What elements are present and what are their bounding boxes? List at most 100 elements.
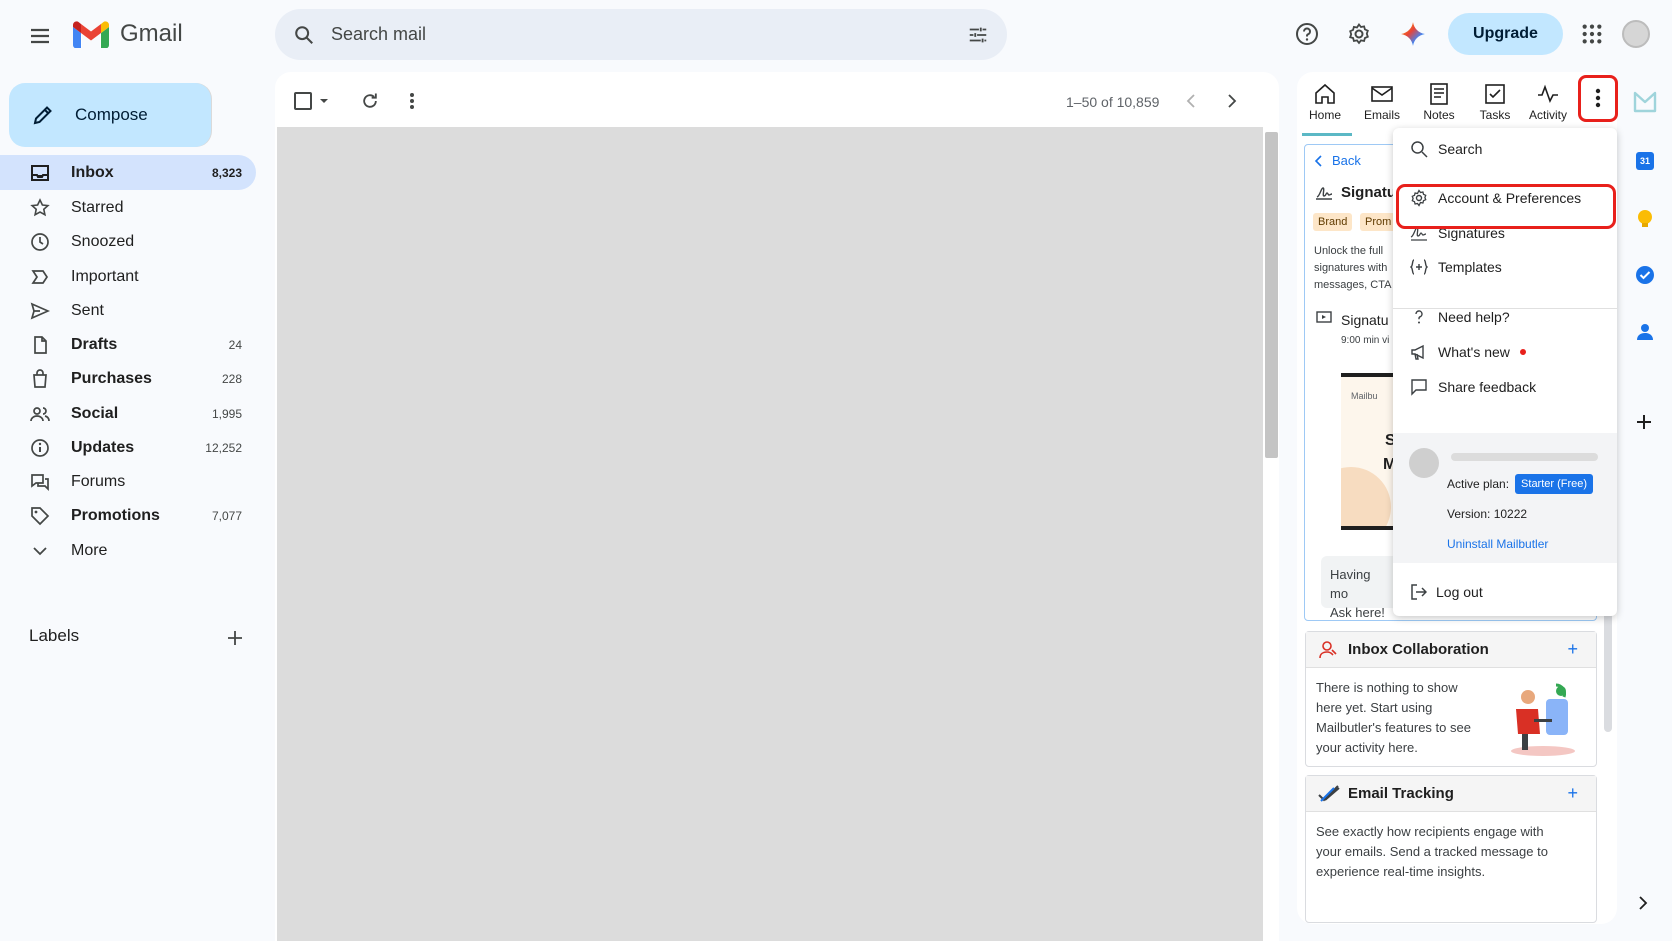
next-page-icon[interactable] — [1219, 88, 1245, 114]
menu-item-what-s-new[interactable]: What's new — [1393, 335, 1617, 369]
sidebar-item-starred[interactable]: Starred — [0, 190, 256, 225]
thumbnail-letter: S — [1385, 432, 1393, 450]
sidebar-item-label: Starred — [71, 198, 124, 216]
menu-item-label: Share feedback — [1438, 379, 1537, 395]
main-menu-icon[interactable] — [20, 16, 60, 56]
add-plus-icon[interactable]: + — [1567, 639, 1578, 660]
user-name-placeholder — [1451, 453, 1598, 461]
tab-label: Tasks — [1479, 108, 1511, 122]
sidebar-item-sent[interactable]: Sent — [0, 293, 256, 328]
help-bubble[interactable]: Having mo Ask here! — [1321, 556, 1401, 620]
panel-menu-button[interactable] — [1578, 75, 1618, 122]
sidebar-item-forums[interactable]: Forums — [0, 464, 256, 499]
gemini-sparkle-icon[interactable] — [1393, 14, 1433, 54]
forum-icon — [31, 474, 49, 492]
version-text: Version: 10222 — [1447, 507, 1528, 521]
tab-emails[interactable]: Emails — [1354, 82, 1410, 132]
compose-button[interactable]: Compose — [9, 83, 211, 147]
sidebar-item-label: Sent — [71, 301, 104, 319]
settings-gear-icon[interactable] — [1339, 14, 1379, 54]
contacts-app-icon[interactable] — [1636, 323, 1654, 341]
tab-label: Emails — [1363, 108, 1400, 122]
scrollbar-thumb[interactable] — [1265, 132, 1278, 458]
sidebar-item-drafts[interactable]: Drafts 24 — [0, 327, 256, 362]
back-link[interactable]: Back — [1314, 153, 1361, 168]
expand-panel-chevron-icon[interactable] — [1638, 896, 1648, 910]
pencil-icon — [33, 106, 52, 125]
notes-tab-icon — [1430, 83, 1448, 105]
refresh-icon[interactable] — [356, 87, 384, 115]
panel-scrollbar[interactable] — [1604, 612, 1612, 732]
card-title: Inbox Collaboration — [1348, 641, 1489, 658]
mailbutler-app-icon[interactable] — [1633, 91, 1657, 113]
select-dropdown-icon[interactable] — [319, 97, 329, 105]
logout-icon — [1411, 584, 1427, 600]
gmail-logo[interactable] — [73, 21, 109, 48]
google-apps-icon[interactable] — [1572, 14, 1612, 54]
inbox-collaboration-card: Inbox Collaboration + There is nothing t… — [1305, 631, 1597, 767]
sidebar-item-promotions[interactable]: Promotions 7,077 — [0, 498, 256, 533]
calendar-app-icon[interactable]: 31 — [1636, 152, 1654, 170]
feedback-icon — [1411, 379, 1427, 396]
account-avatar[interactable] — [1622, 20, 1650, 48]
collaboration-icon — [1319, 641, 1337, 659]
sidebar-item-updates[interactable]: Updates 12,252 — [0, 430, 256, 465]
user-avatar — [1409, 448, 1439, 478]
more-actions-icon[interactable] — [398, 87, 426, 115]
tab-notes[interactable]: Notes — [1411, 82, 1467, 132]
menu-item-label: What's new — [1438, 344, 1510, 360]
sidebar-item-snoozed[interactable]: Snoozed — [0, 224, 256, 259]
signature-title: Signatu — [1341, 184, 1396, 201]
upgrade-button[interactable]: Upgrade — [1448, 13, 1563, 55]
sidebar-item-important[interactable]: Important — [0, 259, 256, 294]
unread-count: 7,077 — [211, 508, 242, 523]
tasks-tab-icon — [1485, 84, 1505, 104]
tasks-app-icon[interactable] — [1635, 265, 1655, 285]
unread-count: 12,252 — [205, 440, 242, 455]
menu-item-label: Templates — [1438, 259, 1502, 275]
back-label: Back — [1332, 153, 1361, 168]
sidebar-item-more[interactable]: More — [0, 533, 256, 568]
add-app-plus-icon[interactable] — [1636, 414, 1652, 430]
tab-activity[interactable]: Activity — [1520, 82, 1576, 132]
back-chevron-icon — [1314, 154, 1322, 167]
unread-count: 24 — [228, 337, 242, 352]
keep-bulb-icon[interactable] — [1636, 209, 1654, 229]
email-tracking-icon — [1318, 785, 1340, 802]
inbox-icon — [31, 165, 49, 181]
plan-badge: Starter (Free) — [1515, 474, 1594, 494]
add-label-plus-icon[interactable] — [222, 625, 248, 651]
help-icon[interactable] — [1287, 14, 1327, 54]
filter-options-icon[interactable] — [967, 24, 989, 46]
menu-item-label: Search — [1438, 141, 1483, 157]
sidebar-item-purchases[interactable]: Purchases 228 — [0, 361, 256, 396]
video-meta: 9:00 min vi — [1341, 335, 1390, 346]
menu-item-templates[interactable]: Templates — [1393, 250, 1617, 284]
sidebar-item-label: Promotions — [71, 506, 160, 524]
add-plus-icon[interactable]: + — [1567, 783, 1578, 804]
tab-tasks[interactable]: Tasks — [1467, 82, 1523, 132]
menu-item-share-feedback[interactable]: Share feedback — [1393, 370, 1617, 404]
collaboration-illustration-icon — [1511, 683, 1575, 756]
sidebar-item-label: Inbox — [71, 163, 114, 181]
video-thumbnail[interactable]: Mailbu S M — [1341, 373, 1393, 530]
search-icon[interactable] — [293, 24, 315, 46]
search-bar[interactable]: Search mail — [275, 9, 1007, 60]
menu-item-log-out[interactable]: Log out — [1393, 575, 1617, 609]
uninstall-link[interactable]: Uninstall Mailbutler — [1447, 537, 1548, 551]
sidebar-item-label: More — [71, 541, 108, 559]
emails-tab-icon — [1371, 86, 1393, 102]
sidebar-item-label: Important — [71, 267, 139, 285]
brand-tag: Brand — [1313, 213, 1353, 231]
sidebar-item-inbox[interactable]: Inbox 8,323 — [0, 155, 256, 190]
sidebar-item-social[interactable]: Social 1,995 — [0, 396, 256, 431]
tab-home[interactable]: Home — [1297, 82, 1353, 132]
search-input[interactable]: Search mail — [331, 24, 426, 45]
previous-page-icon[interactable] — [1178, 88, 1204, 114]
menu-item-need-help[interactable]: Need help? — [1393, 300, 1617, 334]
select-all-checkbox[interactable] — [294, 92, 312, 110]
kebab-menu-icon — [1595, 88, 1601, 108]
question-icon — [1415, 310, 1423, 324]
menu-item-search[interactable]: Search — [1393, 132, 1617, 166]
search-icon — [1411, 141, 1428, 158]
